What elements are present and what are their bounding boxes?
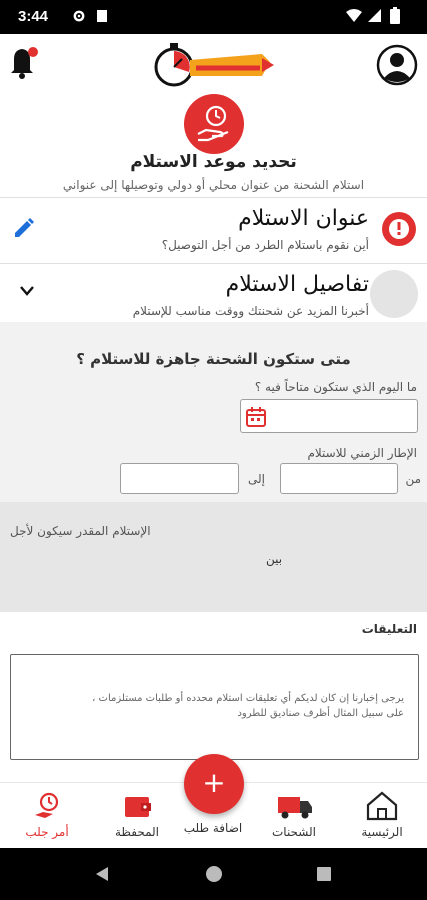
status-bar: 3:44 [0,0,427,34]
nav-item-home[interactable]: الرئيسية [342,783,422,848]
user-avatar-icon[interactable] [376,44,418,86]
app-bar [0,34,427,94]
chevron-down-icon[interactable] [18,284,36,298]
estimate-between: بين [266,552,283,566]
nav-label-wallet: المحفظة [114,825,160,839]
nav-label-pickup-order: أمر جلب [25,825,69,839]
schedule-pickup-icon [184,94,244,154]
pickup-details-title: تفاصيل الاستلام [225,272,369,297]
from-time-input[interactable] [280,463,398,494]
notification-status-icon [97,10,107,22]
pickup-address-subtitle: أين نقوم باستلام الطرد من أجل التوصيل؟ [161,238,369,252]
nav-label-add-order: اضافة طلب [183,821,243,835]
system-navigation-bar [0,848,427,900]
step-indicator-circle [370,270,418,318]
nav-label-home: الرئيسية [361,825,403,839]
pickup-schedule-screen: تحديد موعد الاستلام استلام الشحنة من عنو… [0,34,427,848]
nav-item-pickup-order[interactable]: أمر جلب [7,783,87,848]
home-system-icon[interactable] [205,865,223,883]
signal-icon [368,9,381,22]
pickup-details-section[interactable]: تفاصيل الاستلام أخبرنا المزيد عن شحنتك و… [0,264,427,322]
add-icon: + [202,766,226,799]
day-label: ما اليوم الذي ستكون متاحاً فيه ؟ [254,380,417,394]
comments-textarea[interactable]: يرجى إخبارنا إن كان لديكم أي تعليقات است… [10,654,419,760]
estimate-label: الإستلام المقدر سيكون لأجل [10,524,151,538]
timeframe-label: الإطار الزمني للاستلام [307,446,417,460]
wallet-icon [125,797,151,817]
pickup-address-section[interactable]: عنوان الاستلام أين نقوم باستلام الطرد من… [0,198,427,262]
status-time: 3:44 [18,8,49,25]
day-date-input[interactable] [240,399,418,433]
pickup-clock-icon [35,792,59,818]
comments-placeholder: يرجى إخبارنا إن كان لديكم أي تعليقات است… [92,693,404,719]
back-icon[interactable] [94,866,110,882]
comments-label: التعليقات [361,622,417,636]
to-label: إلى [248,472,265,486]
brand-logo [154,43,274,87]
calendar-icon[interactable] [245,406,267,428]
edit-pencil-icon[interactable] [12,216,36,240]
pickup-details-subtitle: أخبرنا المزيد عن شحنتك ووقت مناسب للإستل… [132,304,369,318]
from-label: من [405,472,421,486]
battery-icon [390,7,400,24]
wifi-icon [346,9,362,22]
add-order-fab-button[interactable]: + [184,754,244,814]
settings-status-icon [73,10,85,22]
to-time-input[interactable] [120,463,239,494]
nav-item-wallet[interactable]: المحفظة [97,783,177,848]
page-title: تحديد موعد الاستلام [130,152,297,172]
bell-notification-icon[interactable] [8,44,38,80]
home-icon [366,791,398,821]
recents-icon[interactable] [316,866,332,882]
page-subtitle: استلام الشحنة من عنوان محلي أو دولي وتوص… [62,178,365,192]
nav-item-shipments[interactable]: الشحنات [254,783,334,848]
estimate-panel [0,502,427,612]
nav-label-shipments: الشحنات [271,825,316,839]
truck-icon [278,797,312,819]
alert-warning-icon [382,212,416,246]
ready-question: متى ستكون الشحنة جاهزة للاستلام ؟ [76,350,351,368]
pickup-address-title: عنوان الاستلام [238,206,369,231]
